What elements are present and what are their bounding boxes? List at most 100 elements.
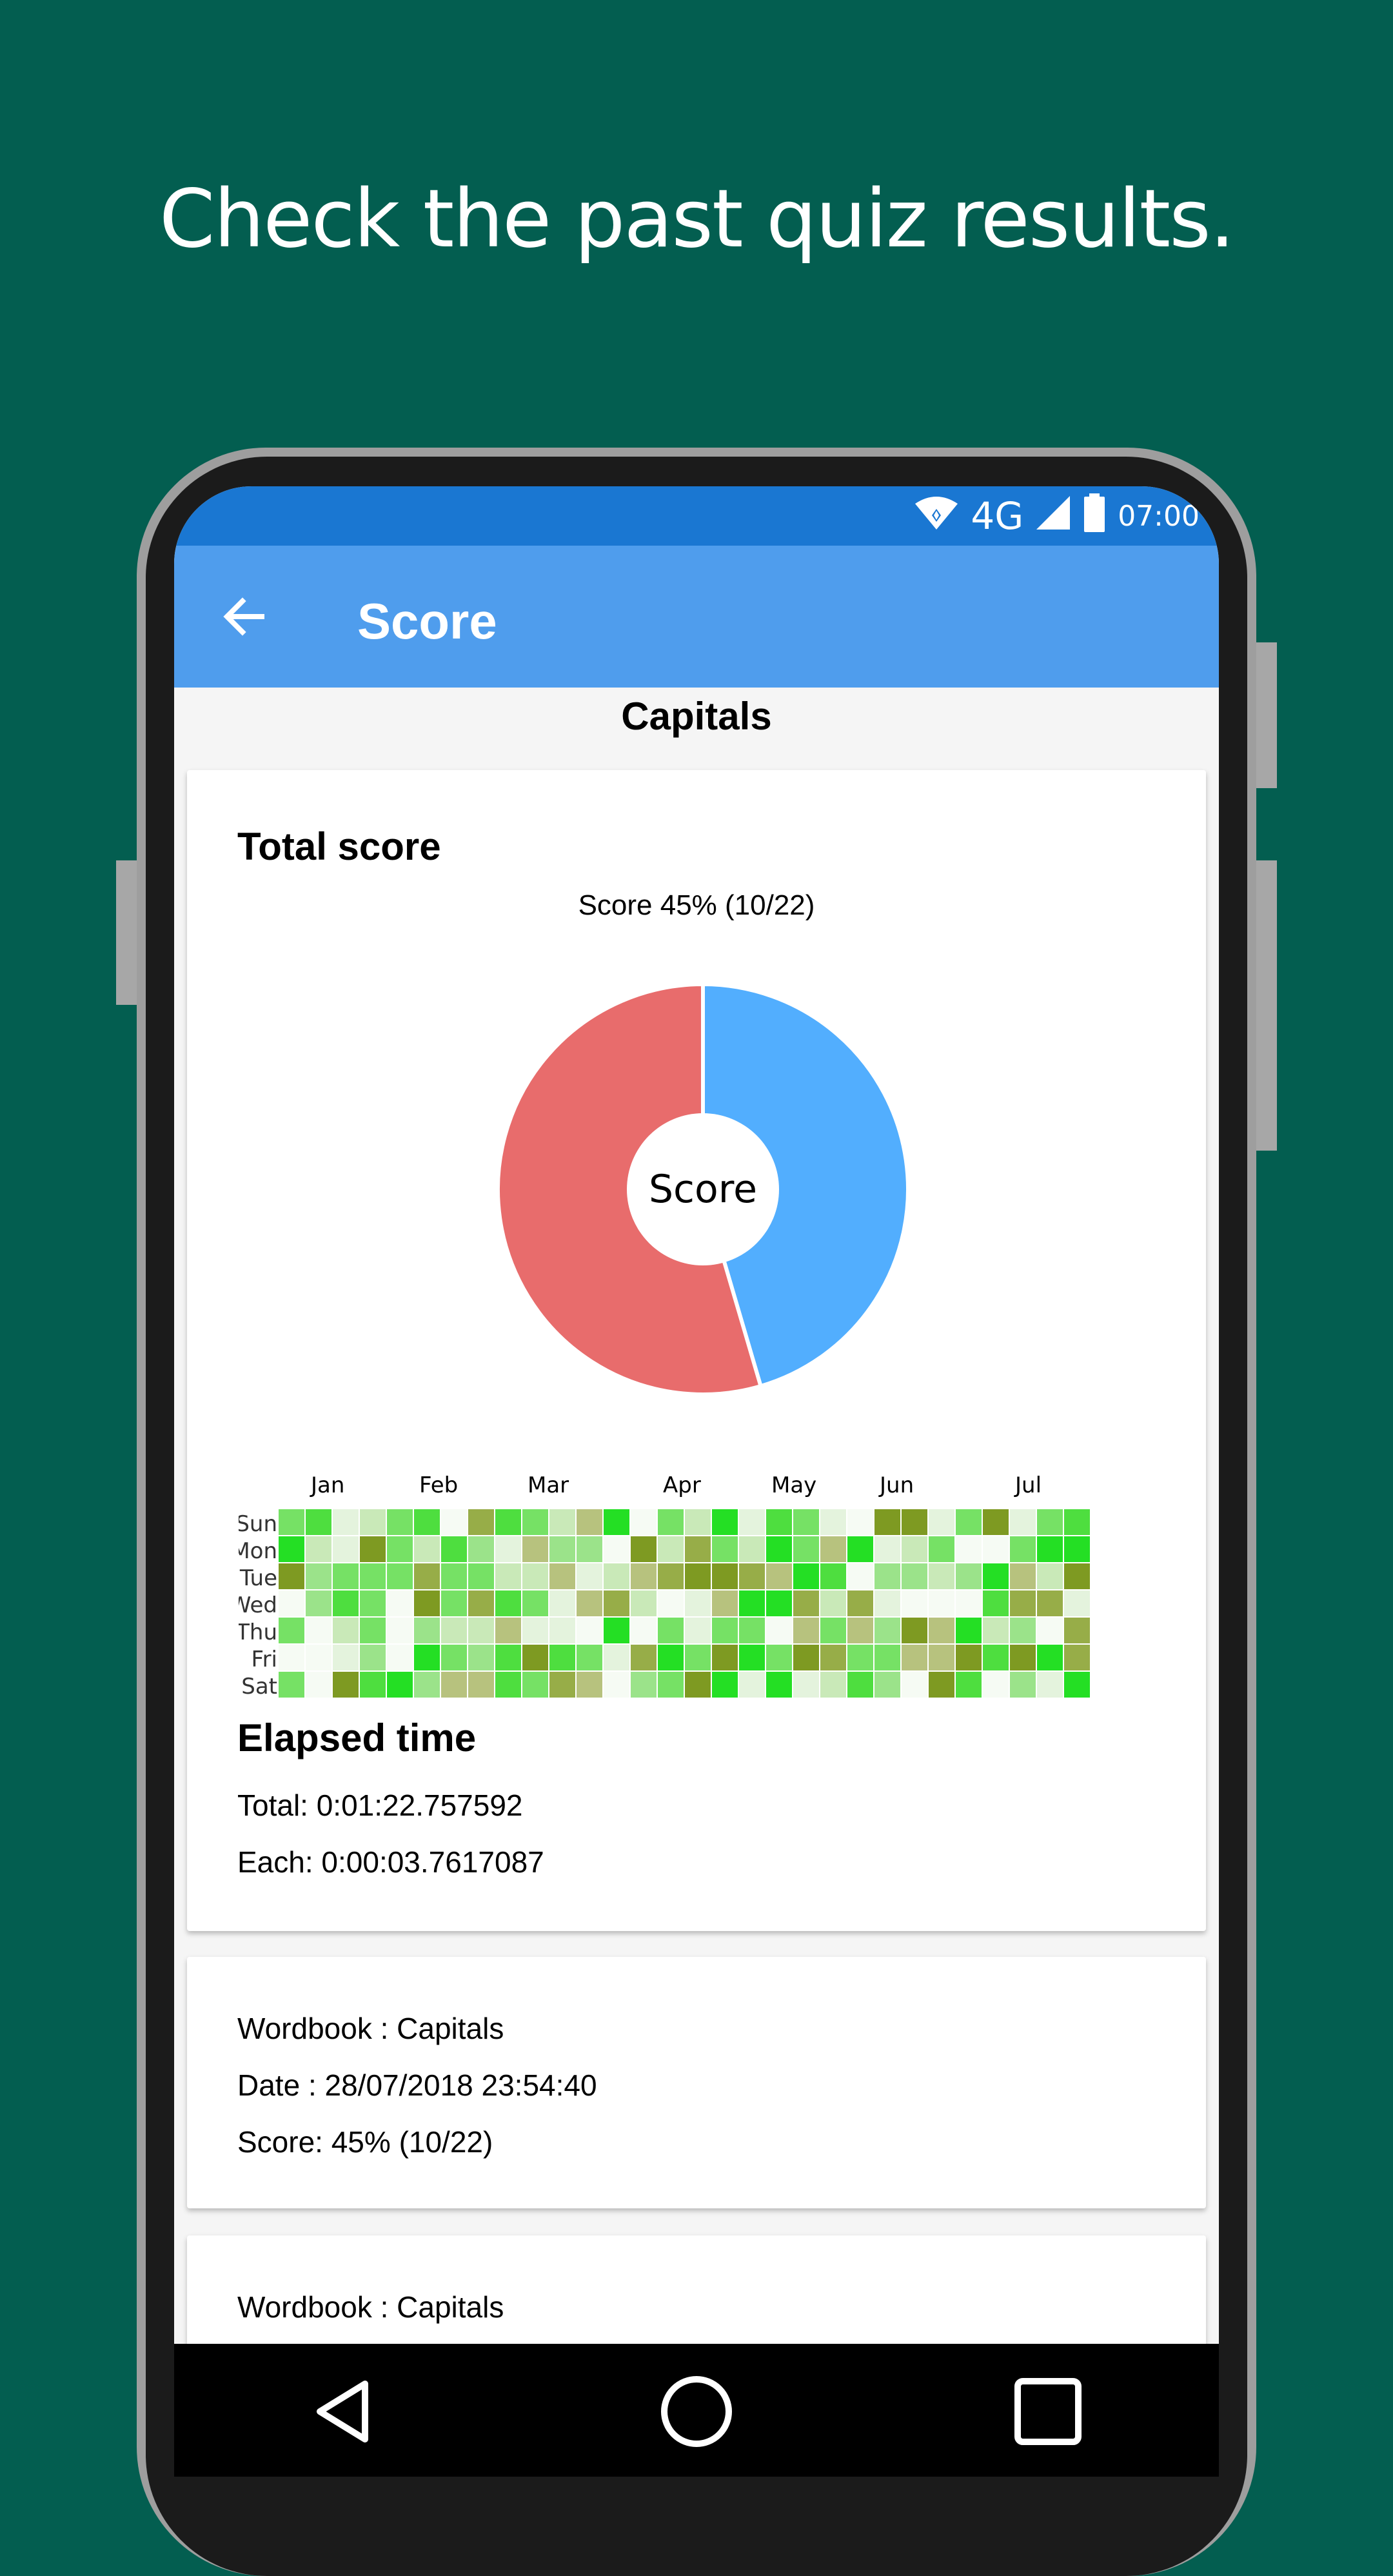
heatmap-cell xyxy=(414,1672,440,1698)
heatmap-cell xyxy=(983,1563,1009,1589)
heatmap-cell xyxy=(604,1509,629,1535)
total-score-heading: Total score xyxy=(237,825,441,868)
heatmap-cell xyxy=(983,1509,1009,1535)
heatmap-cell xyxy=(712,1618,738,1643)
heatmap-cell xyxy=(820,1590,846,1616)
heatmap-cell xyxy=(793,1618,819,1643)
heatmap-cell xyxy=(712,1536,738,1562)
heatmap-cell xyxy=(279,1590,304,1616)
heatmap-cell xyxy=(441,1509,467,1535)
heatmap-cell xyxy=(577,1563,602,1589)
heatmap-cell xyxy=(929,1672,954,1698)
heatmap-cell xyxy=(1010,1618,1036,1643)
heatmap-cell xyxy=(468,1509,494,1535)
heatmap-cell xyxy=(549,1536,575,1562)
heatmap-cell xyxy=(956,1563,982,1589)
heatmap-cell xyxy=(1010,1509,1036,1535)
heatmap-cell xyxy=(820,1618,846,1643)
heatmap-cell xyxy=(1010,1672,1036,1698)
heatmap-cell xyxy=(793,1563,819,1589)
history-wordbook: Wordbook : Capitals xyxy=(237,2290,504,2324)
heatmap-day-label: Sun xyxy=(239,1511,277,1537)
heatmap-cell xyxy=(956,1618,982,1643)
heatmap-cell xyxy=(793,1509,819,1535)
heatmap-cell xyxy=(820,1536,846,1562)
heatmap-cell xyxy=(712,1645,738,1670)
heatmap-cell xyxy=(874,1590,900,1616)
clock: 07:00 xyxy=(1118,499,1200,533)
heatmap-cell xyxy=(793,1536,819,1562)
heatmap-cell xyxy=(902,1509,927,1535)
heatmap-cell xyxy=(414,1509,440,1535)
heatmap-cell xyxy=(549,1509,575,1535)
heatmap-cell xyxy=(631,1618,657,1643)
square-recents-icon[interactable] xyxy=(1013,2376,1083,2447)
arrow-back-icon xyxy=(223,597,264,636)
signal-icon xyxy=(1035,495,1071,538)
heatmap-cell xyxy=(956,1672,982,1698)
heatmap-cell xyxy=(495,1672,521,1698)
heatmap-cell xyxy=(847,1590,873,1616)
heatmap-cell xyxy=(766,1590,792,1616)
heatmap-cell xyxy=(712,1563,738,1589)
heatmap-month-label: Mar xyxy=(528,1472,569,1498)
heatmap-cell xyxy=(279,1536,304,1562)
heatmap-cell xyxy=(1010,1563,1036,1589)
heatmap-cell xyxy=(1010,1536,1036,1562)
heatmap-cell xyxy=(441,1618,467,1643)
heatmap-cell xyxy=(577,1536,602,1562)
chart-title: Score 45% (10/22) xyxy=(578,889,815,921)
triangle-back-icon[interactable] xyxy=(310,2376,380,2447)
heatmap-cell xyxy=(306,1645,331,1670)
heatmap-cell xyxy=(929,1563,954,1589)
heatmap-cell xyxy=(604,1618,629,1643)
circle-home-icon[interactable] xyxy=(661,2376,732,2447)
heatmap-day-label: Fri xyxy=(251,1647,277,1672)
heatmap-cell xyxy=(468,1590,494,1616)
heatmap-cell xyxy=(1010,1645,1036,1670)
heatmap-cell xyxy=(1037,1536,1063,1562)
heatmap-cell xyxy=(414,1590,440,1616)
heatmap-cell xyxy=(874,1509,900,1535)
heatmap-cell xyxy=(793,1645,819,1670)
phone-side-button xyxy=(1255,860,1277,1005)
heatmap-cell xyxy=(739,1618,765,1643)
heatmap-cell xyxy=(739,1509,765,1535)
heatmap-cell xyxy=(441,1536,467,1562)
heatmap-cell xyxy=(658,1590,684,1616)
heatmap-cell xyxy=(874,1618,900,1643)
wifi-icon xyxy=(914,495,959,538)
heatmap-cell xyxy=(333,1563,359,1589)
back-button[interactable] xyxy=(213,586,275,648)
heatmap-cell xyxy=(685,1645,711,1670)
heatmap-cell xyxy=(929,1618,954,1643)
heatmap-cell xyxy=(902,1672,927,1698)
activity-heatmap: Jan Feb Mar Apr May Jun Jul SunMonTueWedThuFriS… xyxy=(239,1472,1090,1699)
heatmap-month-label: May xyxy=(771,1472,816,1498)
heatmap-cell xyxy=(658,1563,684,1589)
heatmap-cell xyxy=(495,1536,521,1562)
heatmap-cell xyxy=(658,1672,684,1698)
heatmap-cell xyxy=(279,1509,304,1535)
heatmap-cell xyxy=(902,1563,927,1589)
heatmap-cell xyxy=(306,1618,331,1643)
heatmap-cell xyxy=(658,1645,684,1670)
heatmap-cell xyxy=(956,1645,982,1670)
heatmap-cell xyxy=(441,1563,467,1589)
heatmap-cell xyxy=(739,1672,765,1698)
history-card[interactable]: Wordbook : Capitals Date : 28/07/2018 23… xyxy=(187,1957,1206,2208)
heatmap-cell xyxy=(279,1645,304,1670)
elapsed-time-heading: Elapsed time xyxy=(237,1716,477,1759)
heatmap-cell xyxy=(1064,1672,1090,1698)
heatmap-cell xyxy=(631,1563,657,1589)
score-card: Total score Score 45% (10/22) Score Jan F… xyxy=(187,770,1206,1931)
heatmap-cell xyxy=(495,1645,521,1670)
heatmap-cell xyxy=(902,1590,927,1616)
heatmap-cell xyxy=(929,1536,954,1562)
heatmap-cell xyxy=(604,1645,629,1670)
wordbook-title: Capitals xyxy=(621,695,772,738)
heatmap-cell xyxy=(387,1645,413,1670)
heatmap-cell xyxy=(1037,1590,1063,1616)
heatmap-cell xyxy=(685,1536,711,1562)
heatmap-cell xyxy=(685,1509,711,1535)
